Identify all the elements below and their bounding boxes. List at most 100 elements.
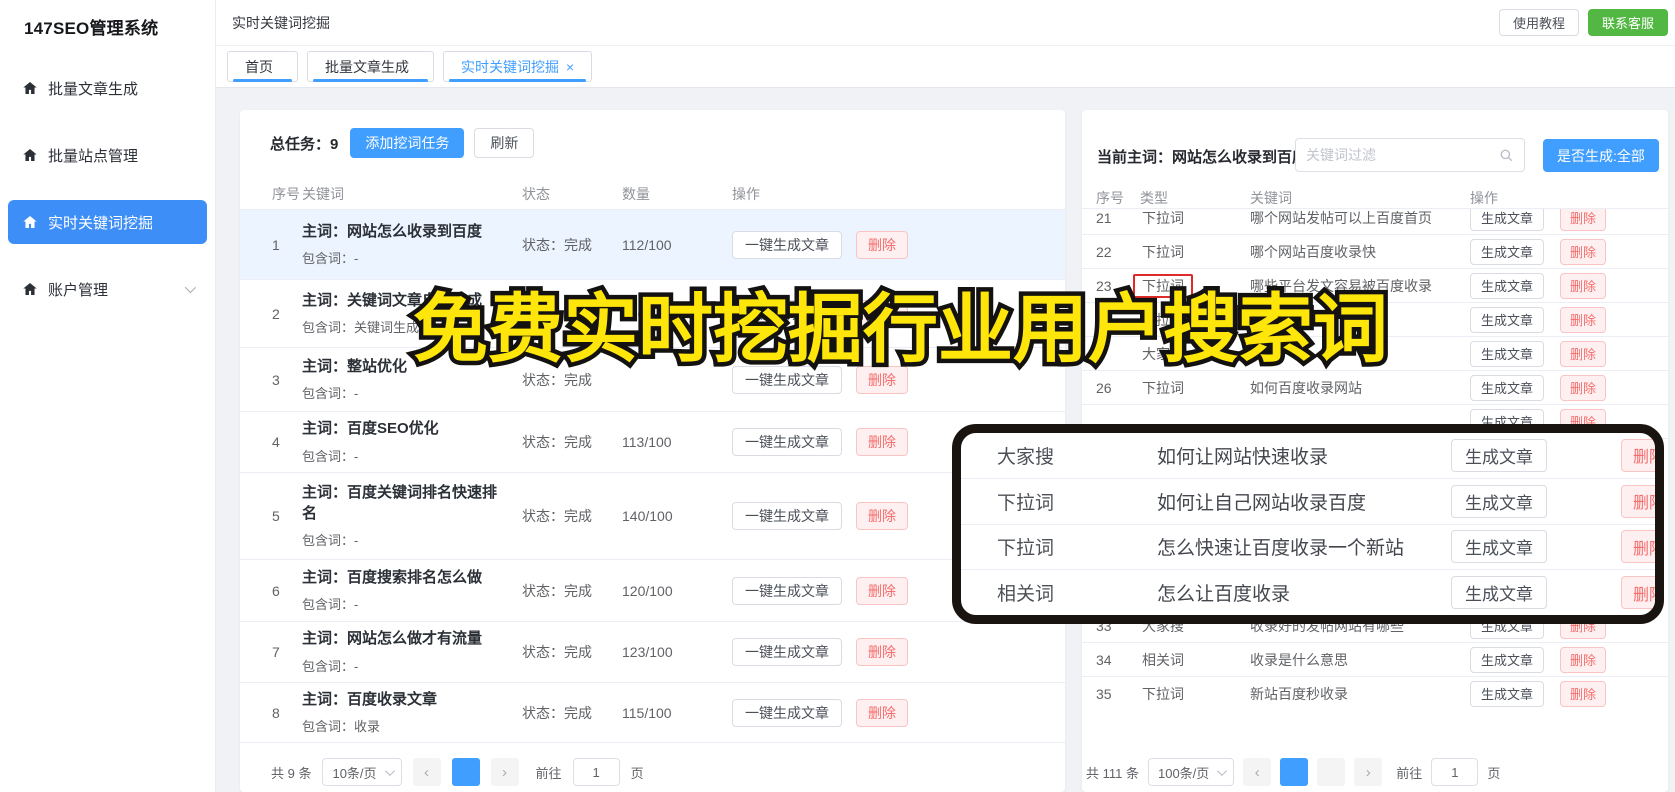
page-size-select[interactable]: 100条/页 <box>1147 758 1235 786</box>
generate-article-button[interactable]: 生成文章 <box>1451 530 1547 564</box>
task-row[interactable]: 8 主词：百度收录文章 包含词：收录 状态：完成 115/100 一键生成文章 … <box>240 683 1065 743</box>
tab[interactable]: 批量文章生成 <box>307 51 434 82</box>
delete-button[interactable]: 删除 <box>856 428 908 456</box>
add-task-button[interactable]: 添加挖词任务 <box>350 128 465 158</box>
delete-button[interactable]: 删除 <box>1560 340 1607 367</box>
keyword-row[interactable]: 22 下拉词 哪个网站百度收录快 生成文章 删除 <box>1082 235 1668 269</box>
delete-button[interactable]: 删除 <box>856 299 908 328</box>
tab-close-icon[interactable]: × <box>566 60 574 74</box>
generate-article-button[interactable]: 生成文章 <box>1470 646 1545 673</box>
generate-articles-button[interactable]: 一键生成文章 <box>732 502 842 530</box>
next-page-button[interactable]: › <box>490 758 519 786</box>
total-count: 共 9 条 <box>271 765 312 781</box>
goto-page-input[interactable] <box>1431 758 1479 786</box>
keyword-row[interactable]: 23 下拉词 哪些平台发文容易被百度收录 生成文章 删除 <box>1082 269 1668 303</box>
delete-button[interactable]: 删除 <box>856 365 908 394</box>
delete-button[interactable]: 删除 <box>856 638 908 666</box>
prev-page-button[interactable]: ‹ <box>1243 758 1272 786</box>
sidebar-item[interactable]: 批量文章生成 <box>8 66 207 110</box>
generate-article-button[interactable]: 生成文章 <box>1451 576 1547 610</box>
delete-button[interactable]: 删除 <box>1560 306 1607 333</box>
keyword-row[interactable]: 大家搜 生成文章 删除 <box>1082 337 1668 371</box>
goto-label: 前往 <box>535 765 562 781</box>
keyword-row[interactable]: 34 相关词 收录是什么意思 生成文章 删除 <box>1082 643 1668 677</box>
generate-article-button[interactable]: 生成文章 <box>1470 374 1545 401</box>
keyword-actions: 生成文章 删除 <box>1470 374 1668 401</box>
task-row[interactable]: 2 主词：关键词文章自动生成 包含词：关键词生成 状态：完成 100/100 一… <box>240 280 1065 348</box>
delete-button[interactable]: 删除 <box>856 230 908 259</box>
task-row[interactable]: 5 主词：百度关键词排名快速排名 包含词：- 状态：完成 140/100 一键生… <box>240 473 1065 560</box>
delete-button[interactable]: 删除 <box>856 576 908 605</box>
generate-article-button[interactable]: 生成文章 <box>1470 306 1545 333</box>
delete-button[interactable]: 删除 <box>1560 646 1607 673</box>
total-tasks-value: 9 <box>330 135 339 153</box>
delete-button[interactable]: 删除 <box>1560 680 1607 707</box>
next-page-button[interactable]: › <box>1354 758 1383 786</box>
sidebar-item[interactable]: 实时关键词挖掘 <box>8 200 207 244</box>
delete-button[interactable]: 删除 <box>1560 272 1607 299</box>
task-row[interactable]: 1 主词：网站怎么收录到百度 包含词：- 状态：完成 112/100 一键生成文… <box>240 210 1065 280</box>
tab-label: 实时关键词挖掘 <box>461 58 559 75</box>
prev-page-button[interactable]: ‹ <box>412 758 441 786</box>
delete-button[interactable]: 删除 <box>1560 374 1607 401</box>
generate-articles-button[interactable]: 一键生成文章 <box>732 576 842 605</box>
goto-page-input[interactable] <box>572 758 620 786</box>
topbar-actions: 使用教程 联系客服 <box>1498 9 1668 36</box>
generate-articles-button[interactable]: 一键生成文章 <box>732 230 842 259</box>
page-size-select[interactable]: 10条/页 <box>322 758 402 786</box>
generate-articles-button[interactable]: 一键生成文章 <box>732 698 842 727</box>
task-row[interactable]: 3 主词：整站优化 包含词：- 状态：完成 一键生成文章 删除 <box>240 348 1065 412</box>
generate-articles-button[interactable]: 一键生成文章 <box>732 428 842 456</box>
keyword-row[interactable]: 35 下拉词 新站百度秒收录 生成文章 删除 <box>1082 677 1668 710</box>
delete-button[interactable]: 删除 <box>1560 238 1607 265</box>
generate-article-button[interactable]: 生成文章 <box>1470 238 1545 265</box>
refresh-button[interactable]: 刷新 <box>474 128 535 158</box>
task-keyword-cell: 主词：百度关键词排名快速排名 包含词：- <box>302 483 522 549</box>
page-number-button[interactable] <box>1317 758 1346 786</box>
keyword-actions: 生成文章 删除 <box>1470 646 1668 673</box>
keyword-row[interactable]: 下拉词 生成文章 删除 <box>1082 303 1668 337</box>
task-quantity: 112/100 <box>622 236 672 253</box>
generate-article-button[interactable]: 生成文章 <box>1470 272 1545 299</box>
keyword-text: 怎么让百度收录 <box>1157 584 1291 606</box>
keyword-row[interactable]: 26 下拉词 如何百度收录网站 生成文章 删除 <box>1082 371 1668 405</box>
generate-article-button[interactable]: 生成文章 <box>1451 438 1547 472</box>
delete-button[interactable]: 删除 <box>1621 576 1655 610</box>
task-include-words: 包含词：收录 <box>302 719 381 735</box>
delete-button[interactable]: 删除 <box>1560 209 1607 231</box>
task-include-words: 包含词：- <box>302 251 359 267</box>
sidebar-item[interactable]: 账户管理 <box>8 267 207 311</box>
page-size-value: 10条/页 <box>332 765 377 781</box>
task-row[interactable]: 7 主词：网站怎么做才有流量 包含词：- 状态：完成 123/100 一键生成文… <box>240 622 1065 683</box>
delete-button[interactable]: 删除 <box>1621 438 1655 472</box>
keyword-row[interactable]: 21 下拉词 哪个网站发帖可以上百度首页 生成文章 删除 <box>1082 209 1668 235</box>
task-actions: 一键生成文章 删除 <box>732 365 1065 394</box>
generate-article-button[interactable]: 生成文章 <box>1470 680 1545 707</box>
task-row[interactable]: 6 主词：百度搜索排名怎么做 包含词：- 状态：完成 120/100 一键生成文… <box>240 560 1065 622</box>
keyword-actions: 生成文章 删除 <box>1470 209 1668 231</box>
generate-article-button[interactable]: 生成文章 <box>1451 484 1547 518</box>
page-number-button[interactable] <box>1280 758 1309 786</box>
column-quantity: 数量 <box>622 185 650 202</box>
generate-articles-button[interactable]: 一键生成文章 <box>732 299 842 328</box>
sidebar-item[interactable]: 批量站点管理 <box>8 133 207 177</box>
keyword-filter-input[interactable] <box>1306 147 1499 163</box>
delete-button[interactable]: 删除 <box>1621 530 1655 564</box>
delete-button[interactable]: 删除 <box>856 698 908 727</box>
task-keyword-cell: 主词：整站优化 包含词：- <box>302 357 522 402</box>
task-row[interactable]: 4 主词：百度SEO优化 包含词：- 状态：完成 113/100 一键生成文章 … <box>240 412 1065 473</box>
keyword-type: 下拉词 <box>1142 685 1184 702</box>
task-keyword-cell: 主词：网站怎么收录到百度 包含词：- <box>302 222 522 267</box>
page-number-button[interactable] <box>451 758 480 786</box>
generate-article-button[interactable]: 生成文章 <box>1470 340 1545 367</box>
tab[interactable]: 实时关键词挖掘 × <box>443 51 593 82</box>
generate-articles-button[interactable]: 一键生成文章 <box>732 365 842 394</box>
delete-button[interactable]: 删除 <box>856 502 908 530</box>
generate-articles-button[interactable]: 一键生成文章 <box>732 638 842 666</box>
tab[interactable]: 首页 <box>227 51 298 82</box>
generate-filter-button[interactable]: 是否生成:全部 <box>1543 139 1659 172</box>
generate-article-button[interactable]: 生成文章 <box>1470 209 1545 231</box>
tutorial-button[interactable]: 使用教程 <box>1498 9 1579 36</box>
delete-button[interactable]: 删除 <box>1621 484 1655 518</box>
contact-support-button[interactable]: 联系客服 <box>1587 9 1668 36</box>
